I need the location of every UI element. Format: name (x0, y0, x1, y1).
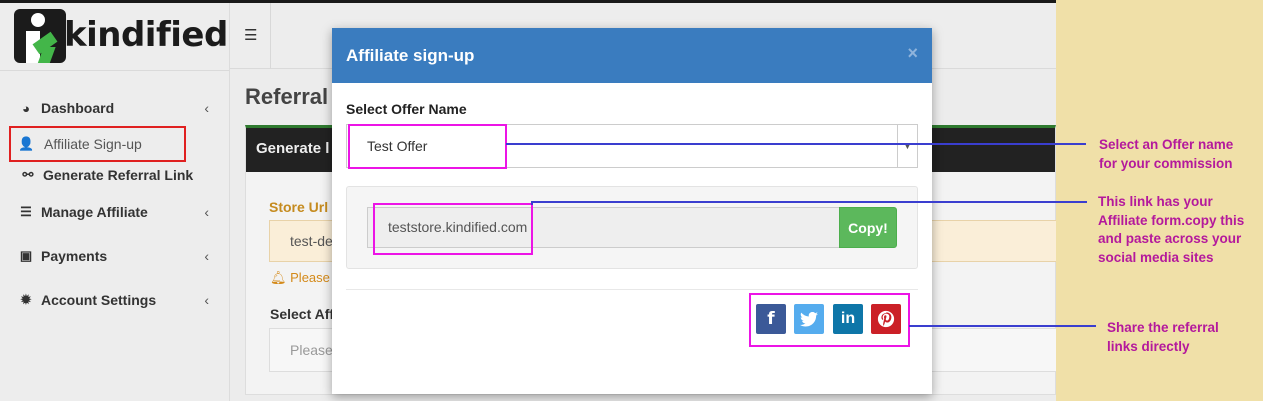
offer-select-label: Select Offer Name (346, 101, 467, 117)
annotation-link: This link has your Affiliate form.copy t… (1098, 194, 1245, 265)
affiliate-signup-modal: Affiliate sign-up × Select Offer Name Te… (332, 28, 932, 394)
modal-header: Affiliate sign-up × (332, 28, 932, 83)
sidebar-highlight-box (9, 126, 186, 162)
annotation-offer: Select an Offer name for your commission (1099, 137, 1234, 171)
offer-pointer-line (506, 143, 1086, 145)
modal-divider (346, 289, 918, 290)
offer-highlight-box (348, 124, 507, 169)
link-pointer-line-stub (531, 201, 533, 205)
share-highlight-box (749, 293, 910, 347)
copy-button[interactable]: Copy! (839, 207, 897, 248)
modal-title: Affiliate sign-up (346, 46, 475, 65)
link-highlight-box (373, 203, 533, 255)
annotation-share: Share the referral links directly (1107, 320, 1219, 354)
close-icon[interactable]: × (907, 43, 918, 64)
chevron-down-icon[interactable]: ▼ (897, 125, 917, 167)
link-pointer-line (532, 201, 1087, 203)
share-pointer-line (909, 325, 1096, 327)
